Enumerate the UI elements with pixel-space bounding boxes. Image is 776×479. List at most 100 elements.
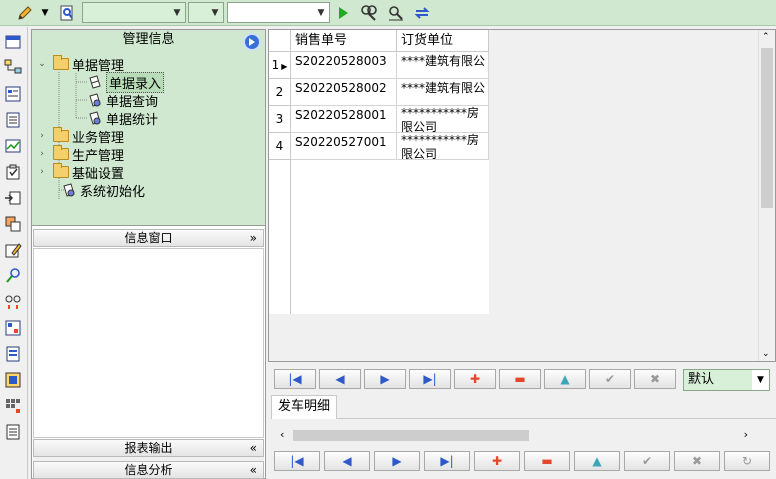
run-icon[interactable] [334,3,352,23]
grid-vertical-scrollbar[interactable]: ⌃ ⌄ [758,30,775,361]
scroll-thumb[interactable] [293,430,529,441]
tree-node-production-management[interactable]: › 生产管理 [37,145,124,164]
table-row-cell[interactable]: ****建筑有限公 [397,52,489,79]
collapsed-icon[interactable]: › [37,149,47,159]
collapse-icon[interactable]: » [250,230,257,246]
expanded-icon[interactable]: ⌄ [37,59,47,69]
cancel-record-button[interactable]: ✖ [674,451,720,471]
tree-node-document-management[interactable]: ⌄ 单据管理 [37,55,124,74]
row-header[interactable]: 2 [269,79,291,106]
find-next-icon[interactable] [385,3,407,23]
document-icon[interactable] [4,111,22,129]
prior-record-button[interactable]: ◀ [324,451,370,471]
column-header-order-no[interactable]: 销售单号 [291,30,397,52]
row-number: 3 [275,112,284,126]
first-record-button[interactable]: |◀ [274,369,316,389]
first-icon: |◀ [288,372,302,386]
insert-record-button[interactable]: ✚ [454,369,496,389]
check-icon: ✔ [604,372,616,386]
export-icon[interactable] [4,189,22,207]
last-record-button[interactable]: ▶| [409,369,451,389]
info-analysis-header[interactable]: 信息分析 « [33,461,264,479]
info-window-content [33,248,264,438]
row-header[interactable]: 3 [269,106,291,133]
tab-dispatch-detail[interactable]: 发车明细 [271,395,338,419]
scroll-up-icon[interactable]: ⌃ [762,32,770,42]
table-icon[interactable] [4,319,22,337]
row-header[interactable]: 1 ▶ [269,52,291,79]
table-row-cell[interactable]: ****建筑有限公 [397,79,489,106]
refresh-record-button[interactable]: ↻ [724,451,770,471]
expand-icon[interactable]: « [250,462,257,478]
checklist-icon[interactable] [4,163,22,181]
layers-icon[interactable] [4,215,22,233]
list-icon[interactable] [4,423,22,441]
tree-node-label: 基础设置 [72,166,125,182]
detail-horizontal-scrollbar[interactable]: ‹ › [276,427,752,444]
first-record-button[interactable]: |◀ [274,451,320,471]
scroll-left-icon[interactable]: ‹ [280,428,284,441]
edit-doc-icon[interactable] [4,241,22,259]
filter-combo-3[interactable]: ▼ [227,2,330,23]
preview-icon[interactable] [56,3,78,23]
tree-node-system-init[interactable]: 系统初始化 [62,181,145,200]
dropdown-arrow-icon[interactable]: ▼ [38,3,52,23]
column-header-order-unit[interactable]: 订货单位 [397,30,489,52]
next-record-button[interactable]: ▶ [364,369,406,389]
filter-combo-1[interactable]: ▼ [82,2,186,23]
last-record-button[interactable]: ▶| [424,451,470,471]
collapsed-icon[interactable]: › [37,167,47,177]
scroll-down-icon[interactable]: ⌄ [762,349,770,359]
plus-icon: ✚ [469,372,481,386]
find-icon[interactable] [358,3,380,23]
scroll-thumb[interactable] [761,48,773,208]
chevron-down-icon[interactable]: ▼ [752,370,769,390]
tree-node-basic-settings[interactable]: › 基础设置 [37,163,125,182]
report-icon[interactable] [4,345,22,363]
expand-icon[interactable]: « [250,440,257,456]
document-settings-icon [63,182,75,197]
info-window-header[interactable]: 信息窗口 » [33,229,264,247]
table-row-cell[interactable]: S20220528001 [291,106,397,133]
delete-record-button[interactable]: ▬ [524,451,570,471]
delete-record-button[interactable]: ▬ [499,369,541,389]
refresh-icon[interactable] [411,3,433,23]
table-row-cell[interactable]: ***********房 限公司 [397,133,489,160]
chevron-down-icon[interactable]: ▼ [207,3,223,22]
tree-node-business-management[interactable]: › 业务管理 [37,127,124,146]
chart-icon[interactable] [4,137,22,155]
table-row-cell[interactable]: S20220528002 [291,79,397,106]
import-icon[interactable] [4,371,22,389]
link-icon[interactable] [4,293,22,311]
post-record-button[interactable]: ✔ [589,369,631,389]
pencil-icon[interactable] [14,3,36,23]
cancel-record-button[interactable]: ✖ [634,369,676,389]
table-row-cell[interactable]: S20220528003 [291,52,397,79]
row-header[interactable]: 4 [269,133,291,160]
report-output-title: 报表输出 [124,441,173,455]
table-row-cell[interactable]: S20220527001 [291,133,397,160]
tree-node-document-entry[interactable]: 单据录入 [88,71,165,93]
collapsed-icon[interactable]: › [37,131,47,141]
next-record-button[interactable]: ▶ [374,451,420,471]
table-row-cell[interactable]: ***********房 限公司 [397,106,489,133]
insert-record-button[interactable]: ✚ [474,451,520,471]
prior-record-button[interactable]: ◀ [319,369,361,389]
tree-node-document-statistics[interactable]: 单据统计 [88,109,158,128]
view-select[interactable]: 默认 ▼ [683,369,770,391]
window-icon[interactable] [4,33,22,51]
chevron-down-icon[interactable]: ▼ [169,3,185,22]
scroll-right-icon[interactable]: › [744,428,748,441]
post-record-button[interactable]: ✔ [624,451,670,471]
edit-record-button[interactable]: ▲ [544,369,586,389]
chevron-down-icon[interactable]: ▼ [313,3,329,22]
filter-combo-2[interactable]: ▼ [188,2,224,23]
users-search-icon[interactable] [4,267,22,285]
tree-node-document-query[interactable]: 单据查询 [88,91,158,110]
report-output-header[interactable]: 报表输出 « [33,439,264,457]
grid-icon[interactable] [4,397,22,415]
edit-record-button[interactable]: ▲ [574,451,620,471]
network-icon[interactable] [4,58,22,76]
form-icon[interactable] [4,85,22,103]
document-stats-icon [89,110,101,125]
